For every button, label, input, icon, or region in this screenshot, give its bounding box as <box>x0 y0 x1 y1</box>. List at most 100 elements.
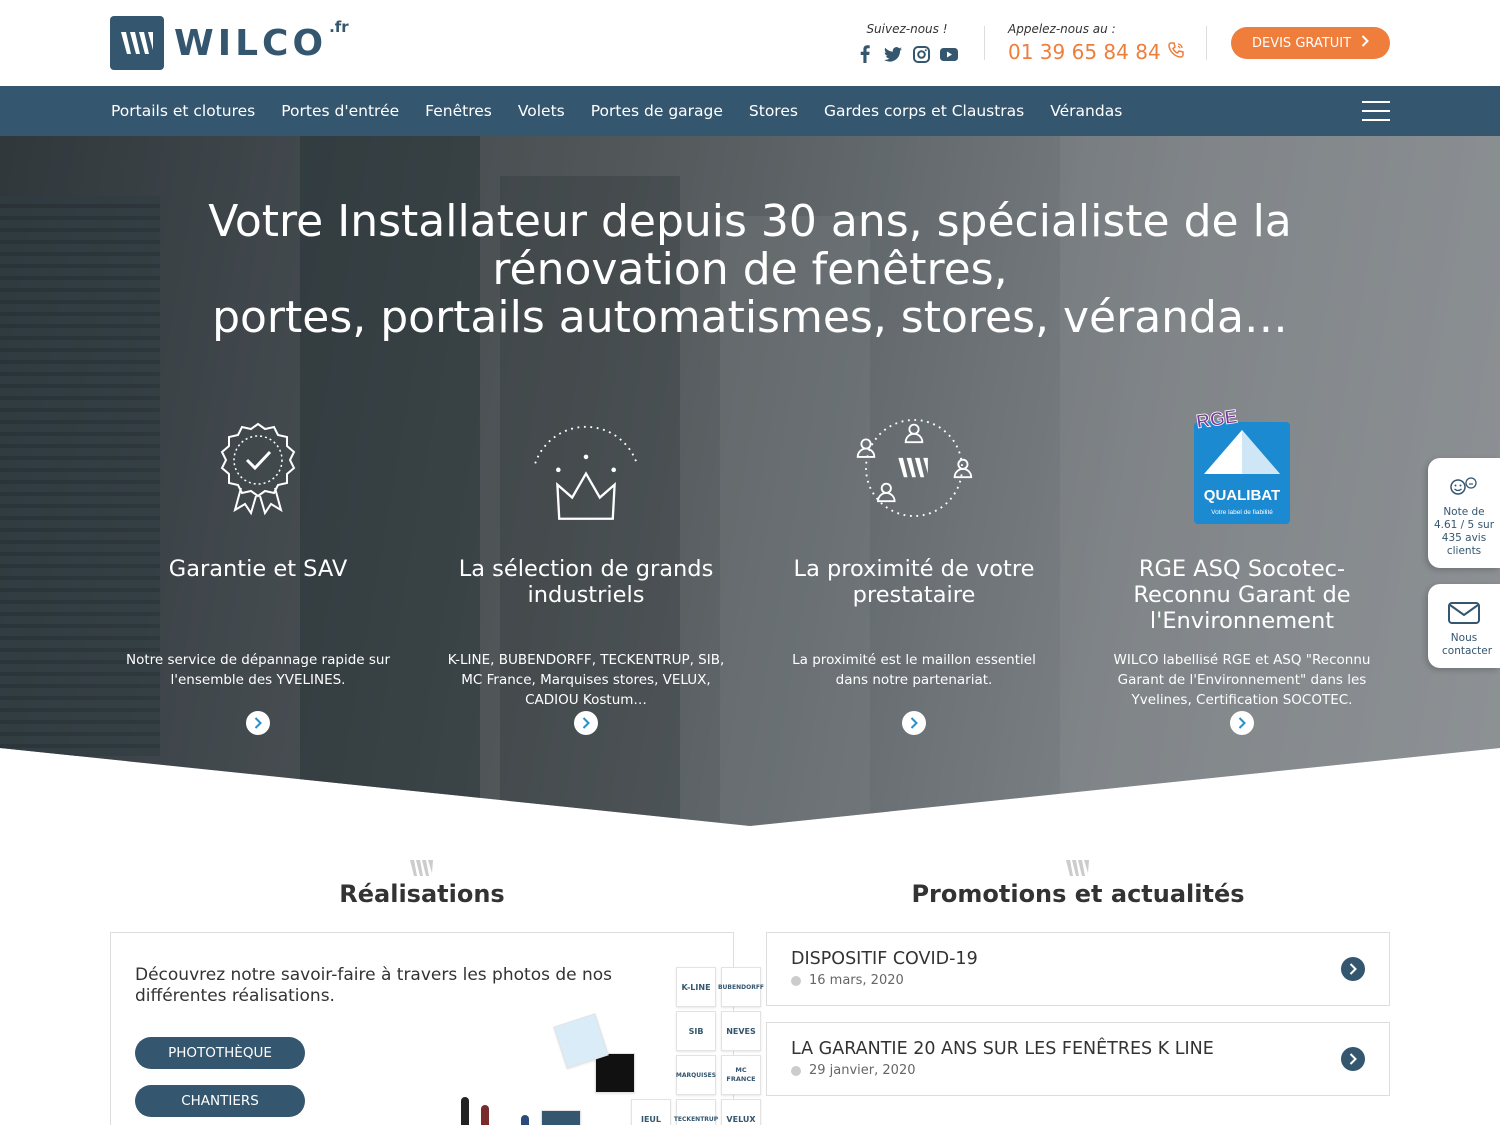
follow-block: Suivez-nous ! <box>852 22 962 64</box>
devis-gratuit-button[interactable]: DEVIS GRATUIT <box>1231 27 1390 59</box>
news-title: Promotions et actualités <box>911 880 1245 908</box>
nav-item-fenetres[interactable]: Fenêtres <box>425 102 492 120</box>
follow-label: Suivez-nous ! <box>866 22 948 36</box>
person-figure <box>481 1105 489 1125</box>
wilco-mark-icon <box>1065 858 1091 878</box>
chevron-right-icon <box>1349 963 1357 975</box>
header-divider <box>984 26 985 60</box>
feature-more-button[interactable] <box>1230 711 1254 735</box>
feature-more-button[interactable] <box>246 711 270 735</box>
rating-text: Note de 4.61 / 5 sur 435 avis clients <box>1433 506 1495 557</box>
logo-text: WILCO <box>174 22 328 64</box>
header-divider <box>1206 26 1207 60</box>
phone-link[interactable]: 01 39 65 84 84 <box>1008 40 1185 64</box>
chevron-right-icon <box>582 717 590 729</box>
call-block: Appelez-nous au : 01 39 65 84 84 <box>1008 22 1185 64</box>
news-date-text: 29 janvier, 2020 <box>809 1063 916 1078</box>
feature-title: La proximité de votre prestataire <box>793 556 1035 608</box>
people-circle-icon <box>854 408 974 528</box>
person-figure <box>461 1097 469 1125</box>
mail-icon <box>1428 602 1500 628</box>
hero-banner: Votre Installateur depuis 30 ans, spécia… <box>0 136 1500 826</box>
phototheque-button[interactable]: PHOTOTHÈQUE <box>135 1037 305 1069</box>
site-header: WILCO .fr Suivez-nous ! Appelez-nous au … <box>0 0 1500 86</box>
wilco-logo-mark <box>110 16 164 70</box>
wilco-mark-icon <box>409 858 435 878</box>
menu-icon[interactable] <box>1362 101 1390 121</box>
brand-tile-neves: NEVES <box>721 1011 761 1051</box>
qualibat-name: QUALIBAT <box>1204 487 1280 504</box>
devis-label: DEVIS GRATUIT <box>1251 35 1352 51</box>
instagram-icon[interactable] <box>911 44 931 64</box>
wilco-logo[interactable]: WILCO .fr <box>110 16 360 70</box>
logo-tld: .fr <box>329 18 349 36</box>
brand-tile-bubendorff: BUBENDORFF <box>718 967 764 1007</box>
feature-garantie: Garantie et SAV Notre service de dépanna… <box>118 408 398 735</box>
clock-icon <box>791 975 801 986</box>
brand-tile-teckentrup: TECKENTRUP <box>674 1099 718 1125</box>
brand-tile-mcfrance: MC FRANCE <box>721 1055 761 1095</box>
hero-title: Votre Installateur depuis 30 ans, spécia… <box>100 198 1400 342</box>
feature-title: La sélection de grands industriels <box>458 556 714 608</box>
news-item-date: 16 mars, 2020 <box>791 973 904 988</box>
nav-item-portails[interactable]: Portails et clotures <box>111 102 255 120</box>
person-figure <box>521 1115 529 1125</box>
news-item[interactable]: DISPOSITIF COVID-19 16 mars, 2020 <box>766 932 1390 1006</box>
nav-item-volets[interactable]: Volets <box>518 102 565 120</box>
reviews-widget[interactable]: Note de 4.61 / 5 sur 435 avis clients <box>1428 458 1500 568</box>
brand-tile-sib: SIB <box>676 1011 716 1051</box>
chevron-right-icon <box>254 717 262 729</box>
nav-item-portes-entree[interactable]: Portes d'entrée <box>281 102 399 120</box>
news-item-title: LA GARANTIE 20 ANS SUR LES FENÊTRES K LI… <box>791 1039 1214 1059</box>
nav-item-portes-garage[interactable]: Portes de garage <box>591 102 723 120</box>
news-item-date: 29 janvier, 2020 <box>791 1063 916 1078</box>
nav-item-verandas[interactable]: Vérandas <box>1050 102 1122 120</box>
clock-icon <box>791 1065 801 1076</box>
chevron-right-icon <box>1349 1053 1357 1065</box>
brand-tile-dark <box>595 1053 635 1093</box>
realisations-title: Réalisations <box>339 880 505 908</box>
news-date-text: 16 mars, 2020 <box>809 973 904 988</box>
facebook-icon[interactable] <box>855 44 875 64</box>
qualibat-tagline: Votre label de fiabilité <box>1211 509 1273 516</box>
brand-tile-kline: K-LINE <box>676 967 716 1007</box>
feature-rge: QUALIBAT Votre label de fiabilité RGE RG… <box>1102 408 1382 735</box>
brand-tile-velux: VELUX <box>721 1099 761 1125</box>
chevron-right-icon <box>910 717 918 729</box>
news-item[interactable]: LA GARANTIE 20 ANS SUR LES FENÊTRES K LI… <box>766 1022 1390 1096</box>
main-nav: Portails et clotures Portes d'entrée Fen… <box>0 86 1500 136</box>
nav-item-stores[interactable]: Stores <box>749 102 798 120</box>
news-item-title: DISPOSITIF COVID-19 <box>791 949 978 969</box>
realisations-card: Découvrez notre savoir-faire à travers l… <box>110 932 764 1125</box>
phone-icon <box>1167 40 1185 64</box>
youtube-icon[interactable] <box>939 44 959 64</box>
chantiers-button[interactable]: CHANTIERS <box>135 1085 305 1117</box>
feature-industriels: La sélection de grands industriels K-LIN… <box>446 408 726 735</box>
contact-text: Nous contacter <box>1442 632 1493 657</box>
twitter-icon[interactable] <box>883 44 903 64</box>
call-label: Appelez-nous au : <box>1008 22 1116 36</box>
feature-title: Garantie et SAV <box>168 556 348 582</box>
feature-text: WILCO labellisé RGE et ASQ "Reconnu Gara… <box>1113 652 1371 708</box>
nav-item-gardes-corps[interactable]: Gardes corps et Claustras <box>824 102 1024 120</box>
feature-text: Notre service de dépannage rapide sur l'… <box>125 652 391 688</box>
smiley-icon <box>1428 476 1500 500</box>
nav-list: Portails et clotures Portes d'entrée Fen… <box>111 86 1148 136</box>
hero-title-line-1: Votre Installateur depuis 30 ans, spécia… <box>208 196 1292 295</box>
feature-more-button[interactable] <box>902 711 926 735</box>
feature-more-button[interactable] <box>574 711 598 735</box>
contact-widget[interactable]: Nous contacter <box>1428 584 1500 668</box>
brand-tile-ieul: IEUL <box>631 1099 671 1125</box>
feature-text: La proximité est le maillon essentiel da… <box>792 652 1036 688</box>
feature-title: RGE ASQ Socotec-Reconnu Garant de l'Envi… <box>1133 556 1351 634</box>
news-open-button[interactable] <box>1341 957 1365 981</box>
brand-tile-marquises: MARQUISES <box>676 1055 716 1095</box>
feature-text: K-LINE, BUBENDORFF, TECKENTRUP, SIB, MC … <box>447 652 725 708</box>
chevron-right-icon <box>1238 717 1246 729</box>
phone-number: 01 39 65 84 84 <box>1008 40 1161 64</box>
page: WILCO .fr Suivez-nous ! Appelez-nous au … <box>0 0 1500 1125</box>
chevron-right-icon <box>1361 35 1369 51</box>
news-open-button[interactable] <box>1341 1047 1365 1071</box>
wilco-cube-icon <box>541 1110 581 1125</box>
hero-title-line-2: portes, portails automatismes, stores, v… <box>212 292 1288 343</box>
